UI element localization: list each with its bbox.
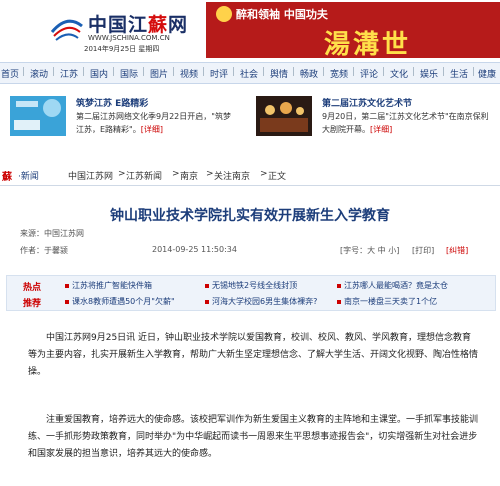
feature-more-link[interactable]: [详细]	[370, 125, 392, 134]
feature-more-link[interactable]: [详细]	[141, 125, 163, 134]
article-paragraph: 注重爱国教育，培养远大的使命感。该校把军训作为新生爱国主义教育的主阵地和主课堂。…	[28, 415, 479, 459]
nav-divider: |	[82, 67, 86, 77]
nav-divider: |	[22, 67, 26, 77]
article-source: 来源：中国江苏网	[20, 229, 84, 238]
breadcrumb-separator: >	[206, 169, 214, 179]
hot-link[interactable]: 无锡地铁2号线全线封顶	[205, 280, 297, 291]
nav-divider: |	[352, 67, 356, 77]
bullet-icon	[205, 299, 209, 304]
nav-divider: |	[412, 67, 416, 77]
font-size-control[interactable]: [字号：大 中 小]	[340, 245, 399, 256]
bullet-icon	[65, 299, 69, 304]
breadcrumb-separator: >	[260, 169, 268, 179]
nav-divider: |	[202, 67, 206, 77]
nav-item-politics[interactable]: 畅政	[300, 67, 318, 80]
nav-divider: |	[172, 67, 176, 77]
nav-item-international[interactable]: 国际	[120, 67, 138, 80]
bullet-icon	[65, 283, 69, 288]
nav-divider: |	[112, 67, 116, 77]
feature-item: 筑梦江苏 E路精彩 第二届江苏网络文化季9月22日开启，"筑梦江苏，E路精彩"。…	[10, 92, 240, 146]
nav-item-opinion[interactable]: 舆情	[270, 67, 288, 80]
nav-item-commentary[interactable]: 时评	[210, 67, 228, 80]
feature-thumbnail[interactable]	[256, 96, 312, 136]
news-channel-logo[interactable]: 蘇	[2, 168, 12, 183]
breadcrumb: 蘇 ·新闻 中国江苏网 > 江苏新闻 > 南京 > 关注南京 > 正文	[0, 165, 500, 186]
nav-item-domestic[interactable]: 国内	[90, 67, 108, 80]
feature-summary: 9月20日，第二届"江苏文化艺术节"在南京保利大剧院开幕。[详细]	[322, 112, 489, 134]
breadcrumb-separator: >	[172, 169, 180, 179]
breadcrumb-link[interactable]: 南京	[180, 169, 198, 182]
nav-item-video[interactable]: 视频	[180, 67, 198, 80]
nav-divider: |	[232, 67, 236, 77]
nav-divider: |	[382, 67, 386, 77]
site-header: 中国江蘇网 WWW.JSCHINA.COM.CN 2014年9月25日 星期四 …	[0, 0, 500, 62]
nav-item-culture[interactable]: 文化	[390, 67, 408, 80]
recommend-link[interactable]: 南京一楼盘三天卖了1个亿	[337, 296, 437, 307]
nav-divider: |	[52, 67, 56, 77]
nav-item-pictures[interactable]: 图片	[150, 67, 168, 80]
bullet-icon	[205, 283, 209, 288]
hot-recommend-box: 热点 推荐 江苏将推广智能快件箱 无锡地铁2号线全线封顶 江苏哪人最能喝酒？竟是…	[6, 275, 496, 311]
hot-link[interactable]: 江苏将推广智能快件箱	[65, 280, 152, 291]
site-date: 2014年9月25日 星期四	[84, 45, 160, 53]
nav-divider: |	[292, 67, 296, 77]
feature-thumbnail[interactable]	[10, 96, 66, 136]
nav-item-health[interactable]: 健康	[478, 67, 496, 80]
nav-item-broadband[interactable]: 宽频	[330, 67, 348, 80]
recommend-link[interactable]: 河海大学校园6男生集体裸奔?	[205, 296, 317, 307]
nav-divider: |	[262, 67, 266, 77]
nav-divider: |	[442, 67, 446, 77]
nav-divider: |	[322, 67, 326, 77]
nav-item-society[interactable]: 社会	[240, 67, 258, 80]
hot-label: 热点	[23, 283, 42, 293]
site-logo[interactable]: 中国江蘇网 WWW.JSCHINA.COM.CN 2014年9月25日 星期四	[50, 8, 200, 56]
feature-item: 第二届江苏文化艺术节 9月20日，第二届"江苏文化艺术节"在南京保利大剧院开幕。…	[256, 92, 496, 146]
recommend-label: 推荐	[23, 299, 42, 309]
banner-subtitle: 醉和领袖 中国功夫	[236, 8, 328, 21]
banner-seal-icon	[216, 6, 232, 22]
breadcrumb-link[interactable]: 关注南京	[214, 169, 250, 182]
article-author: 作者：于馨颍	[20, 246, 68, 255]
bullet-icon	[337, 283, 341, 288]
nav-item-entertainment[interactable]: 娱乐	[420, 67, 438, 80]
article-body: 中国江苏网9月25日讯 近日，钟山职业技术学院以爱国教育，校训、校风、教风、学风…	[28, 330, 480, 381]
ad-banner[interactable]: 醉和领袖 中国功夫 湯溝世	[206, 2, 500, 58]
bullet-icon	[337, 299, 341, 304]
print-link[interactable]: [打印]	[412, 245, 434, 256]
article-paragraph: 中国江苏网9月25日讯 近日，钟山职业技术学院以爱国教育，校训、校风、教风、学风…	[28, 333, 479, 377]
nav-divider: |	[142, 67, 146, 77]
feature-title[interactable]: 筑梦江苏 E路精彩	[76, 96, 148, 109]
nav-item-review[interactable]: 评论	[360, 67, 378, 80]
news-channel-label[interactable]: ·新闻	[18, 169, 39, 182]
feature-summary: 第二届江苏网络文化季9月22日开启，"筑梦江苏，E路精彩"。[详细]	[76, 112, 231, 134]
nav-item-rolling[interactable]: 滚动	[30, 67, 48, 80]
site-name: 中国江蘇网	[88, 14, 189, 36]
article-body: 注重爱国教育，培养远大的使命感。该校把军训作为新生爱国主义教育的主阵地和主课堂。…	[28, 412, 480, 463]
nav-divider: |	[472, 67, 476, 77]
breadcrumb-link[interactable]: 中国江苏网	[68, 169, 113, 182]
recommend-link[interactable]: 课水8教师遭遇50个月"欠薪"	[65, 296, 175, 307]
nav-item-jiangsu[interactable]: 江苏	[60, 67, 78, 80]
hot-link[interactable]: 江苏哪人最能喝酒？竟是太仓	[337, 280, 448, 291]
article-title: 钟山职业技术学院扎实有效开展新生入学教育	[110, 208, 390, 224]
banner-title: 湯溝世	[324, 30, 412, 58]
report-error-link[interactable]: [纠错]	[446, 245, 468, 256]
article-time: 2014-09-25 11:50:34	[152, 245, 237, 254]
nav-item-life[interactable]: 生活	[450, 67, 468, 80]
breadcrumb-current: 正文	[268, 172, 287, 182]
nav-item-home[interactable]: 首页	[1, 67, 19, 80]
breadcrumb-separator: >	[118, 169, 126, 179]
main-nav: 首页 | 滚动 | 江苏 | 国内 | 国际 | 图片 | 视频 | 时评 | …	[0, 62, 500, 84]
logo-emblem-icon	[50, 19, 83, 41]
breadcrumb-link[interactable]: 江苏新闻	[126, 169, 162, 182]
site-url: WWW.JSCHINA.COM.CN	[88, 34, 170, 42]
feature-title[interactable]: 第二届江苏文化艺术节	[322, 96, 412, 109]
